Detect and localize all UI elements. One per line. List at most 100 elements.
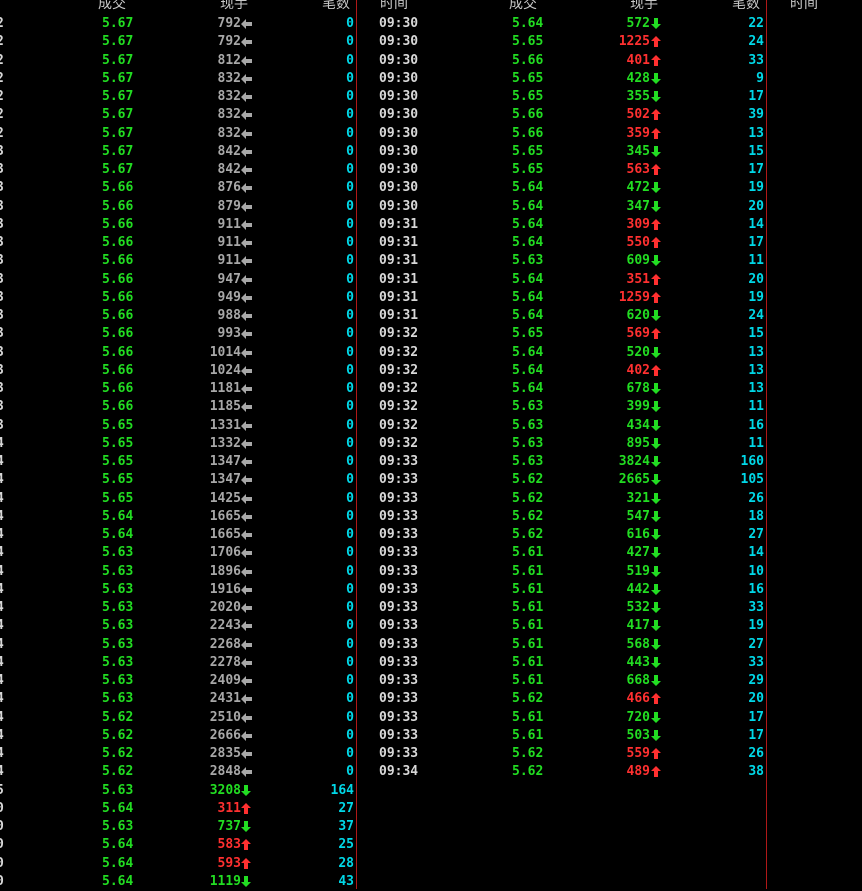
arrow-down-icon: [651, 179, 663, 197]
tick-volume: 737: [217, 819, 241, 834]
tick-price: 5.63: [512, 417, 544, 433]
tick-volume: 520: [626, 344, 650, 360]
arrow-down-icon: [651, 417, 663, 435]
arrow-down-icon: [651, 599, 663, 617]
tick-row: 09:33 5.61 532 33: [0, 599, 862, 617]
tick-row: 09:33 5.62 2665 105: [0, 471, 862, 489]
tick-time: 09:33: [379, 618, 419, 634]
tick-count: 24: [748, 308, 764, 323]
tick-price: 5.62: [512, 490, 544, 506]
tick-volume: 572: [626, 16, 650, 31]
tick-row: 09:32 5.64 520 13: [0, 344, 862, 362]
tick-count: 14: [748, 216, 764, 232]
arrow-up-icon: [651, 33, 663, 51]
tick-row: 09:31 5.63 609 11: [0, 252, 862, 270]
tick-count: 13: [748, 362, 764, 378]
arrow-up-icon: [241, 800, 253, 818]
tick-row: 09:30 5.65 355 17: [0, 88, 862, 106]
tick-volume: 472: [626, 180, 650, 196]
tick-price: 5.64: [102, 837, 134, 853]
arrow-up-icon: [651, 161, 663, 179]
tick-row: 09:31 5.64 1259 19: [0, 289, 862, 307]
tick-row: 09:31 5.64 550 17: [0, 234, 862, 252]
tick-time: 09:33: [379, 636, 419, 652]
tick-price: 5.63: [512, 454, 544, 469]
tick-time: 09:32: [379, 344, 419, 360]
tick-time: 09:33: [379, 472, 419, 488]
tick-price: 5.64: [512, 16, 544, 31]
tick-time: 09:30: [379, 70, 419, 86]
tick-time-fragment: 0: [0, 836, 4, 854]
tick-row: 09:31 5.64 351 20: [0, 271, 862, 289]
tick-volume: 720: [626, 709, 650, 725]
arrow-down-icon: [241, 873, 253, 891]
tick-volume: 311: [217, 800, 241, 816]
tick-volume: 559: [626, 746, 650, 761]
tick-count: 164: [330, 782, 354, 798]
tick-time: 09:32: [379, 326, 419, 342]
tick-time: 09:30: [379, 125, 419, 141]
arrow-down-icon: [651, 581, 663, 599]
tick-price: 5.65: [512, 162, 544, 177]
arrow-up-icon: [651, 234, 663, 252]
tick-volume: 569: [626, 326, 650, 342]
tick-count: 26: [748, 746, 764, 761]
tick-price: 5.65: [512, 326, 544, 342]
tick-volume: 3824: [618, 454, 650, 469]
arrow-down-icon: [241, 818, 253, 836]
tick-count: 27: [338, 800, 354, 816]
tick-row: 0 5.64 311 27: [0, 800, 862, 818]
tick-price: 5.66: [512, 125, 544, 141]
arrow-up-icon: [651, 271, 663, 289]
tick-time-fragment: 5: [0, 782, 4, 800]
tick-count: 105: [740, 472, 764, 488]
tick-row: 09:33 5.61 503 17: [0, 727, 862, 745]
tick-row: 09:30 5.64 347 20: [0, 198, 862, 216]
tick-volume: 678: [626, 381, 650, 396]
tick-volume: 593: [217, 855, 241, 871]
tick-row: 09:32 5.64 402 13: [0, 362, 862, 380]
tick-volume: 466: [626, 691, 650, 707]
tick-price: 5.61: [512, 654, 544, 670]
tick-time: 09:33: [379, 545, 419, 561]
tick-price: 5.61: [512, 673, 544, 688]
tick-volume: 399: [626, 399, 650, 415]
tick-time: 09:30: [379, 89, 419, 104]
tick-count: 13: [748, 381, 764, 396]
arrow-down-icon: [651, 654, 663, 672]
arrow-down-icon: [651, 15, 663, 33]
tick-volume: 1259: [618, 289, 650, 305]
tick-volume: 417: [626, 618, 650, 634]
tick-row: 0 5.63 737 37: [0, 818, 862, 836]
arrow-up-icon: [651, 216, 663, 234]
tick-price: 5.65: [512, 89, 544, 104]
tick-volume: 351: [626, 271, 650, 287]
tick-time: 09:33: [379, 727, 419, 743]
tick-time: 09:30: [379, 143, 419, 159]
tick-price: 5.65: [512, 70, 544, 86]
tick-volume: 616: [626, 527, 650, 542]
tick-count: 16: [748, 417, 764, 433]
tick-time: 09:30: [379, 198, 419, 214]
tick-row: 09:33 5.61 443 33: [0, 654, 862, 672]
tick-time-fragment: 0: [0, 855, 4, 873]
tick-row: 09:30 5.65 1225 24: [0, 33, 862, 51]
tick-count: 39: [748, 107, 764, 123]
tick-time: 09:33: [379, 654, 419, 670]
tick-row: 0 5.64 1119 43: [0, 873, 862, 891]
arrow-down-icon: [651, 709, 663, 727]
tick-count: 11: [748, 435, 764, 451]
tick-row: 09:33 5.61 427 14: [0, 544, 862, 562]
tick-row: 09:32 5.63 399 11: [0, 398, 862, 416]
arrow-down-icon: [651, 617, 663, 635]
tick-price: 5.61: [512, 636, 544, 652]
arrow-up-icon: [241, 855, 253, 873]
tick-count: 20: [748, 691, 764, 707]
tick-volume: 359: [626, 125, 650, 141]
tick-count: 28: [338, 855, 354, 871]
tick-row: 09:32 5.63 434 16: [0, 417, 862, 435]
tick-count: 15: [748, 326, 764, 342]
tick-volume: 620: [626, 308, 650, 323]
tick-volume: 427: [626, 545, 650, 561]
tick-row: 09:31 5.64 620 24: [0, 307, 862, 325]
